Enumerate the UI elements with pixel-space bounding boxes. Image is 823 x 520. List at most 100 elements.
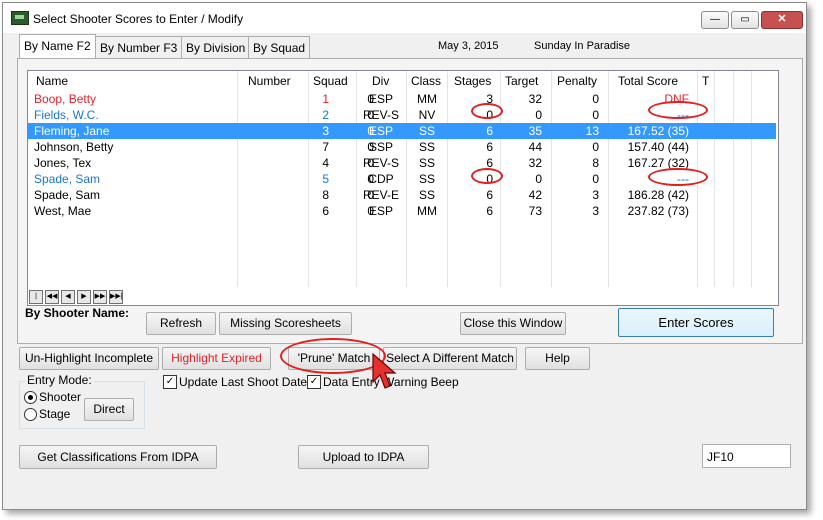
annotation-oval: [471, 103, 503, 119]
minimize-button[interactable]: —: [701, 11, 729, 29]
cell-stages: 6: [486, 188, 493, 202]
warning-beep-checkbox[interactable]: ✓: [307, 375, 321, 389]
last-page-icon[interactable]: ▶▶|: [109, 290, 123, 304]
prev-page-icon[interactable]: ◀◀: [45, 290, 59, 304]
unhighlight-incomplete-button[interactable]: Un-Highlight Incomplete: [19, 347, 159, 370]
cell-penalty: 3: [592, 204, 599, 218]
cell-div: SSP: [368, 140, 393, 154]
table-row[interactable]: West, Mae 6 0 ESP MM 6 73 3 237.82 (73): [28, 203, 776, 219]
column-header-squad[interactable]: Squad: [313, 71, 348, 91]
cell-stages: 6: [486, 140, 493, 154]
cell-div: ESP: [368, 124, 393, 138]
column-header-div[interactable]: Div: [372, 71, 389, 91]
cell-total: 157.40 (44): [627, 140, 689, 154]
table-row[interactable]: Spade, Sam 8 0 REV-E SS 6 42 3 186.28 (42): [28, 187, 776, 203]
cell-number: 6: [322, 204, 329, 218]
first-page-icon[interactable]: |◀◀: [29, 290, 43, 304]
table-row[interactable]: Fleming, Jane 3 0 ESP SS 6 35 13 167.52 (35): [28, 123, 776, 139]
record-navigator: |◀◀ ◀◀ ◀ ▶ ▶▶ ▶▶|: [29, 290, 141, 304]
by-shooter-label: By Shooter Name:: [25, 306, 130, 320]
cell-penalty: 0: [592, 140, 599, 154]
next-record-icon[interactable]: ▶: [77, 290, 91, 304]
select-scores-window: Select Shooter Scores to Enter / Modify …: [2, 2, 807, 510]
cell-stages: 6: [486, 204, 493, 218]
get-classifications-button[interactable]: Get Classifications From IDPA: [19, 445, 217, 469]
column-header-name[interactable]: Name: [36, 71, 68, 91]
direct-button[interactable]: Direct: [84, 398, 134, 421]
cell-penalty: 0: [592, 172, 599, 186]
missing-scoresheets-button[interactable]: Missing Scoresheets: [219, 312, 352, 335]
cell-target: 35: [528, 124, 542, 138]
enter-scores-button[interactable]: Enter Scores: [618, 308, 774, 337]
cell-target: 0: [535, 108, 542, 122]
tab-by-division[interactable]: By Division: [181, 36, 251, 59]
match-date: May 3, 2015: [438, 40, 499, 52]
refresh-button[interactable]: Refresh: [146, 312, 216, 335]
close-button[interactable]: ✕: [761, 11, 803, 29]
cell-div: ESP: [368, 92, 393, 106]
upload-idpa-button[interactable]: Upload to IDPA: [298, 445, 429, 469]
tab-by-name[interactable]: By Name F2: [19, 34, 96, 59]
next-page-icon[interactable]: ▶▶: [93, 290, 107, 304]
annotation-oval: [648, 101, 708, 119]
cell-div: ESP: [368, 204, 393, 218]
highlight-expired-button[interactable]: Highlight Expired: [162, 347, 271, 370]
table-row[interactable]: Johnson, Betty 7 0 SSP SS 6 44 0 157.40 (44): [28, 139, 776, 155]
cell-class: SS: [418, 188, 435, 202]
shooter-radio[interactable]: [24, 391, 37, 404]
cell-target: 73: [528, 204, 542, 218]
cell-number: 8: [322, 188, 329, 202]
cell-number: 2: [322, 108, 329, 122]
cell-number: 7: [322, 140, 329, 154]
column-header-total-score[interactable]: Total Score: [618, 71, 678, 91]
help-button[interactable]: Help: [525, 347, 590, 370]
cell-penalty: 3: [592, 188, 599, 202]
cell-class: NV: [418, 108, 436, 122]
update-last-shoot-label: Update Last Shoot Date: [179, 375, 308, 389]
update-last-shoot-checkbox[interactable]: ✓: [163, 375, 177, 389]
cell-total: 186.28 (42): [627, 188, 689, 202]
cell-name: Fields, W.C.: [34, 108, 99, 122]
cell-stages: 6: [486, 124, 493, 138]
cell-class: MM: [417, 92, 437, 106]
cell-name: Fleming, Jane: [34, 124, 110, 138]
cell-target: 44: [528, 140, 542, 154]
maximize-button[interactable]: ▭: [731, 11, 759, 29]
mouse-cursor-icon: [372, 352, 397, 389]
cell-name: Spade, Sam: [34, 172, 101, 186]
cell-target: 32: [528, 156, 542, 170]
title-bar: Select Shooter Scores to Enter / Modify …: [3, 3, 806, 33]
window-title: Select Shooter Scores to Enter / Modify: [33, 12, 244, 26]
cell-target: 42: [528, 188, 542, 202]
prev-record-icon[interactable]: ◀: [61, 290, 75, 304]
column-header-t[interactable]: T: [702, 71, 709, 91]
cell-total: 237.82 (73): [627, 204, 689, 218]
select-different-match-button[interactable]: Select A Different Match: [383, 347, 517, 370]
cell-name: Boop, Betty: [34, 92, 97, 106]
cell-name: Johnson, Betty: [34, 140, 114, 154]
column-header-penalty[interactable]: Penalty: [557, 71, 597, 91]
column-header-number[interactable]: Number: [248, 71, 291, 91]
cell-div: REV-S: [362, 156, 399, 170]
app-icon: [11, 11, 29, 25]
close-this-window-button[interactable]: Close this Window: [460, 312, 566, 335]
cell-div: REV-E: [362, 188, 399, 202]
cell-class: SS: [418, 156, 435, 170]
column-header-target[interactable]: Target: [505, 71, 538, 91]
code-field[interactable]: JF10: [702, 444, 791, 468]
stage-radio-label: Stage: [39, 407, 71, 421]
cell-name: Spade, Sam: [34, 188, 101, 202]
stage-radio[interactable]: [24, 408, 37, 421]
cell-div: REV-S: [362, 108, 399, 122]
cell-number: 3: [322, 124, 329, 138]
cell-total: 167.52 (35): [627, 124, 689, 138]
column-header-stages[interactable]: Stages: [454, 71, 491, 91]
annotation-oval: [648, 168, 708, 186]
cell-name: West, Mae: [34, 204, 92, 218]
tab-by-squad[interactable]: By Squad: [248, 36, 311, 59]
tab-by-number[interactable]: By Number F3: [95, 36, 183, 59]
cell-target: 0: [535, 172, 542, 186]
entry-mode-label: Entry Mode:: [25, 373, 94, 387]
column-header-class[interactable]: Class: [411, 71, 441, 91]
cell-class: MM: [417, 204, 437, 218]
